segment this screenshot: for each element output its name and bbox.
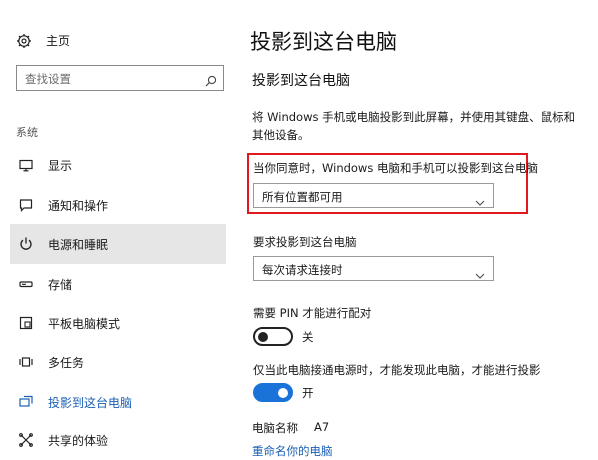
sidebar-item-display[interactable]: 显示	[10, 145, 226, 185]
availability-dropdown[interactable]: 所有位置都可用	[253, 183, 494, 208]
sidebar-item-label: 共享的体验	[48, 433, 109, 448]
tablet-mode-icon	[18, 315, 34, 331]
pin-toggle[interactable]	[253, 327, 293, 346]
sidebar-item-power-sleep[interactable]: 电源和睡眠	[10, 224, 226, 264]
search-input[interactable]: 查找设置	[16, 65, 224, 91]
request-label: 要求投影到这台电脑	[253, 235, 357, 249]
pin-toggle-state: 关	[302, 330, 314, 344]
home-label: 主页	[46, 34, 71, 48]
pc-name-label: 电脑名称	[252, 421, 298, 435]
section-label-system: 系统	[16, 126, 38, 139]
sidebar-item-label: 显示	[48, 158, 73, 173]
sidebar-item-label: 投影到这台电脑	[48, 395, 133, 410]
sidebar-item-project-to-this-pc[interactable]: 投影到这台电脑	[10, 382, 226, 422]
sidebar-item-tablet-mode[interactable]: 平板电脑模式	[10, 303, 226, 343]
chevron-down-icon	[475, 265, 485, 279]
sidebar-item-storage[interactable]: 存储	[10, 264, 226, 304]
request-dropdown[interactable]: 每次请求连接时	[253, 256, 494, 281]
request-value: 每次请求连接时	[262, 263, 343, 277]
availability-label: 当你同意时，Windows 电脑和手机可以投影到这台电脑	[253, 161, 538, 175]
sidebar: 主页 查找设置 系统 显示 通知和操作 电源和睡眠 存储 平板电脑模式 多任务 …	[0, 0, 226, 460]
project-icon	[18, 394, 34, 410]
pin-label: 需要 PIN 才能进行配对	[253, 306, 372, 320]
page-title: 投影到这台电脑	[250, 30, 397, 54]
section-title: 投影到这台电脑	[252, 73, 350, 89]
notification-icon	[18, 197, 34, 213]
shared-experience-icon	[18, 432, 34, 448]
home-nav[interactable]: 主页	[16, 32, 70, 49]
toggle-knob	[258, 331, 268, 342]
power-icon	[18, 236, 34, 252]
chevron-down-icon	[475, 192, 485, 206]
sidebar-item-label: 多任务	[48, 355, 85, 370]
power-toggle-state: 开	[302, 386, 314, 400]
monitor-icon	[18, 157, 34, 173]
description-text: 将 Windows 手机或电脑投影到此屏幕，并使用其键盘、鼠标和其他设备。	[252, 110, 576, 142]
power-toggle[interactable]	[253, 383, 293, 402]
sidebar-item-notifications[interactable]: 通知和操作	[10, 185, 226, 225]
toggle-knob	[278, 387, 288, 398]
sidebar-item-label: 存储	[48, 277, 73, 292]
gear-icon	[16, 33, 32, 49]
multitask-icon	[18, 354, 34, 370]
sidebar-item-multitasking[interactable]: 多任务	[10, 342, 226, 382]
sidebar-item-label: 电源和睡眠	[48, 237, 109, 252]
sidebar-item-shared-experiences[interactable]: 共享的体验	[10, 420, 226, 460]
rename-pc-link[interactable]: 重命名你的电脑	[252, 443, 333, 459]
pc-name-value: A7	[314, 420, 330, 434]
storage-icon	[18, 276, 34, 292]
sidebar-item-label: 通知和操作	[48, 198, 109, 213]
search-icon[interactable]	[205, 72, 217, 87]
sidebar-item-label: 平板电脑模式	[48, 316, 121, 331]
search-placeholder: 查找设置	[25, 72, 71, 86]
power-label: 仅当此电脑接通电源时，才能发现此电脑，才能进行投影	[253, 363, 541, 377]
availability-value: 所有位置都可用	[262, 190, 343, 204]
